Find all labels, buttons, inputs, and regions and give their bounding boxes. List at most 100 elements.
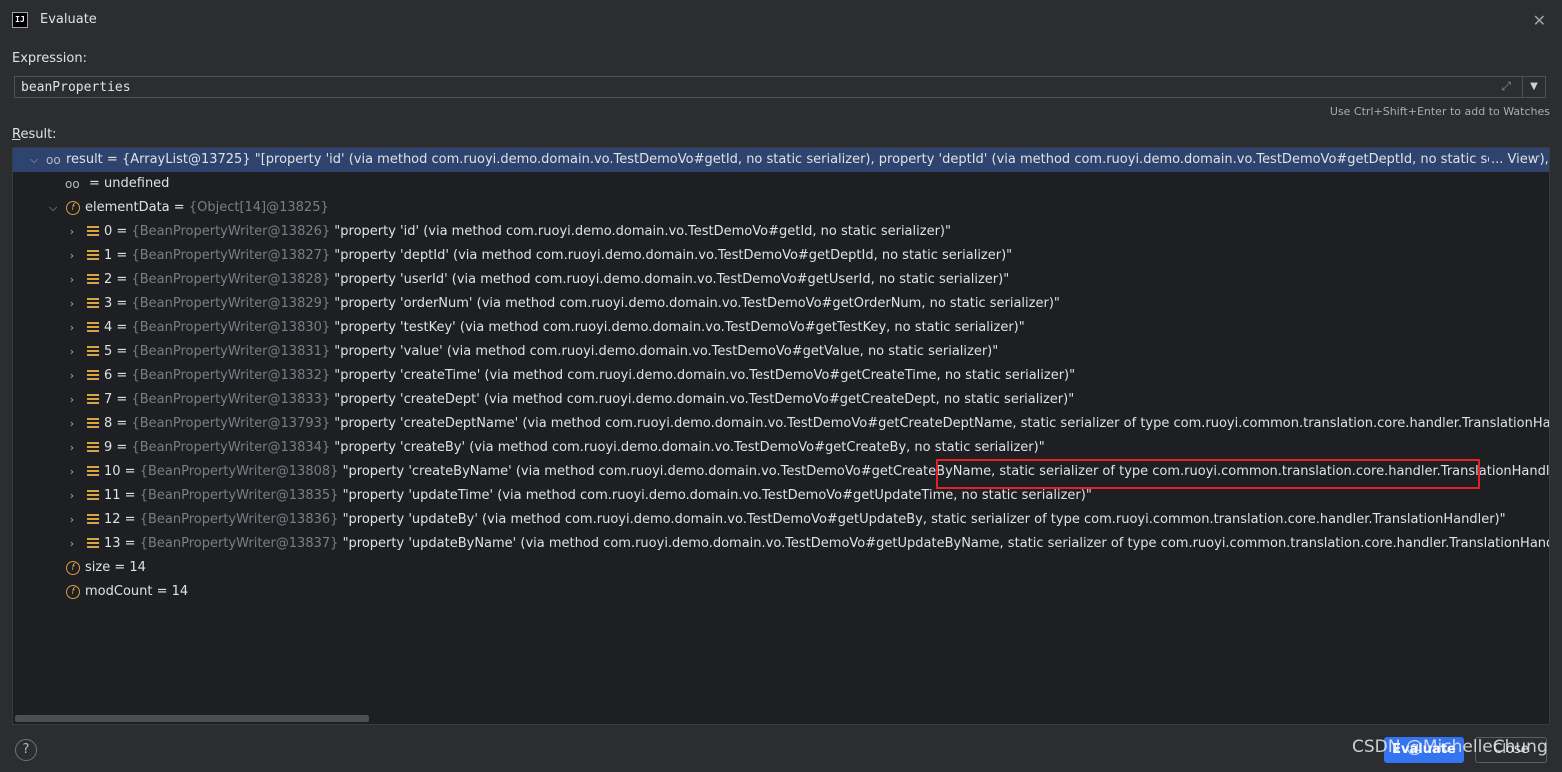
array-element-icon (87, 250, 99, 262)
array-element-icon (87, 490, 99, 502)
tree-row-item[interactable]: › 1 = {BeanPropertyWriter@13827} "propert… (13, 244, 1549, 268)
intellij-app-icon: IJ (12, 12, 28, 28)
tree-row-item[interactable]: › 6 = {BeanPropertyWriter@13832} "propert… (13, 364, 1549, 388)
chevron-right-icon[interactable]: › (65, 412, 79, 436)
array-element-icon (87, 346, 99, 358)
view-link[interactable]: ... View (1489, 148, 1539, 172)
expression-value[interactable]: beanProperties (21, 80, 131, 95)
array-element-icon (87, 298, 99, 310)
chevron-right-icon[interactable]: › (65, 436, 79, 460)
item-index: 3 (104, 296, 113, 311)
item-ref: {BeanPropertyWriter@13830} (131, 320, 331, 335)
chevron-right-icon[interactable]: › (65, 460, 79, 484)
item-ref: {BeanPropertyWriter@13831} (131, 344, 331, 359)
result-value: "[property 'id' (via method com.ruoyi.de… (254, 152, 1550, 167)
item-index: 1 (104, 248, 113, 263)
horizontal-scrollbar[interactable] (15, 715, 369, 722)
item-index: 6 (104, 368, 113, 383)
item-value: "property 'createDept' (via method com.r… (334, 392, 1075, 407)
chevron-right-icon[interactable]: › (65, 244, 79, 268)
tree-row-item[interactable]: › 9 = {BeanPropertyWriter@13834} "propert… (13, 436, 1549, 460)
item-ref: {BeanPropertyWriter@13837} (139, 536, 339, 551)
add-to-watches-hint: Use Ctrl+Shift+Enter to add to Watches (1329, 105, 1550, 118)
chevron-right-icon[interactable]: › (65, 508, 79, 532)
tree-row-item[interactable]: › 8 = {BeanPropertyWriter@13793} "propert… (13, 412, 1549, 436)
tree-row-item[interactable]: › 4 = {BeanPropertyWriter@13830} "propert… (13, 316, 1549, 340)
item-ref: {BeanPropertyWriter@13793} (131, 416, 331, 431)
item-value: "property 'value' (via method com.ruoyi.… (334, 344, 999, 359)
tree-row-item[interactable]: › 3 = {BeanPropertyWriter@13829} "propert… (13, 292, 1549, 316)
chevron-right-icon[interactable]: › (65, 292, 79, 316)
item-ref: {BeanPropertyWriter@13833} (131, 392, 331, 407)
tree-row-item[interactable]: › 0 = {BeanPropertyWriter@13826} "propert… (13, 220, 1549, 244)
expand-icon[interactable]: ⤢ (1501, 79, 1511, 94)
item-ref: {BeanPropertyWriter@13827} (131, 248, 331, 263)
item-ref: {BeanPropertyWriter@13829} (131, 296, 331, 311)
chevron-right-icon[interactable]: › (65, 340, 79, 364)
window-title: Evaluate (40, 12, 97, 27)
tree-row-size[interactable]: f size = 14 (13, 556, 1549, 580)
item-ref: {BeanPropertyWriter@13808} (139, 464, 339, 479)
expression-label: Expression: (12, 51, 87, 66)
item-value: "property 'testKey' (via method com.ruoy… (334, 320, 1025, 335)
item-value: "property 'deptId' (via method com.ruoyi… (334, 248, 1013, 263)
item-ref: {BeanPropertyWriter@13836} (139, 512, 339, 527)
result-tree[interactable]: ⌵ oo result = {ArrayList@13725} "[proper… (12, 147, 1550, 725)
array-element-icon (87, 370, 99, 382)
item-index: 8 (104, 416, 113, 431)
expression-input[interactable]: beanProperties ⤢ ▼ (14, 76, 1546, 98)
array-element-icon (87, 466, 99, 478)
field-icon: f (66, 201, 80, 215)
watch-glasses-icon: oo (65, 177, 80, 191)
item-index: 10 (104, 464, 121, 479)
chevron-down-icon[interactable]: ⌵ (27, 148, 41, 172)
tree-row-item[interactable]: › 2 = {BeanPropertyWriter@13828} "propert… (13, 268, 1549, 292)
tree-row-modcount[interactable]: f modCount = 14 (13, 580, 1549, 604)
item-index: 4 (104, 320, 113, 335)
item-index: 11 (104, 488, 121, 503)
item-ref: {BeanPropertyWriter@13835} (139, 488, 339, 503)
array-element-icon (87, 226, 99, 238)
tree-row-undefined[interactable]: oo = undefined (13, 172, 1549, 196)
item-ref: {BeanPropertyWriter@13834} (131, 440, 331, 455)
item-value: "property 'createTime' (via method com.r… (334, 368, 1076, 383)
history-dropdown-button[interactable]: ▼ (1522, 77, 1545, 97)
item-index: 0 (104, 224, 113, 239)
tree-row-item[interactable]: › 13 = {BeanPropertyWriter@13837} "proper… (13, 532, 1549, 556)
item-index: 2 (104, 272, 113, 287)
chevron-right-icon[interactable]: › (65, 364, 79, 388)
chevron-right-icon[interactable]: › (65, 388, 79, 412)
array-element-icon (87, 322, 99, 334)
csdn-watermark: CSDN @MichelleChung (1352, 737, 1548, 757)
highlight-annotation-box (936, 459, 1480, 489)
item-index: 12 (104, 512, 121, 527)
result-label: Result: (12, 127, 57, 142)
array-element-icon (87, 274, 99, 286)
tree-row-item[interactable]: › 5 = {BeanPropertyWriter@13831} "propert… (13, 340, 1549, 364)
tree-row-result[interactable]: ⌵ oo result = {ArrayList@13725} "[proper… (13, 148, 1549, 172)
item-value: "property 'updateTime' (via method com.r… (342, 488, 1092, 503)
field-icon: f (66, 561, 80, 575)
item-value: "property 'orderNum' (via method com.ruo… (334, 296, 1060, 311)
chevron-right-icon[interactable]: › (65, 484, 79, 508)
array-element-icon (87, 394, 99, 406)
close-icon[interactable]: ✕ (1533, 11, 1546, 30)
chevron-right-icon[interactable]: › (65, 268, 79, 292)
item-value: "property 'id' (via method com.ruoyi.dem… (334, 224, 951, 239)
tree-row-item[interactable]: › 12 = {BeanPropertyWriter@13836} "proper… (13, 508, 1549, 532)
item-value: "property 'createDeptName' (via method c… (334, 416, 1550, 431)
item-value: "property 'updateBy' (via method com.ruo… (342, 512, 1506, 527)
chevron-down-icon[interactable]: ⌵ (46, 196, 60, 220)
result-ref: {ArrayList@13725} (121, 152, 251, 167)
item-value: "property 'createBy' (via method com.ruo… (334, 440, 1045, 455)
watch-glasses-icon: oo (46, 153, 61, 167)
help-button[interactable]: ? (15, 739, 37, 761)
array-element-icon (87, 418, 99, 430)
array-element-icon (87, 514, 99, 526)
array-element-icon (87, 442, 99, 454)
chevron-right-icon[interactable]: › (65, 532, 79, 556)
chevron-right-icon[interactable]: › (65, 220, 79, 244)
tree-row-item[interactable]: › 7 = {BeanPropertyWriter@13833} "propert… (13, 388, 1549, 412)
chevron-right-icon[interactable]: › (65, 316, 79, 340)
tree-row-elementdata[interactable]: ⌵ f elementData = {Object[14]@13825} (13, 196, 1549, 220)
